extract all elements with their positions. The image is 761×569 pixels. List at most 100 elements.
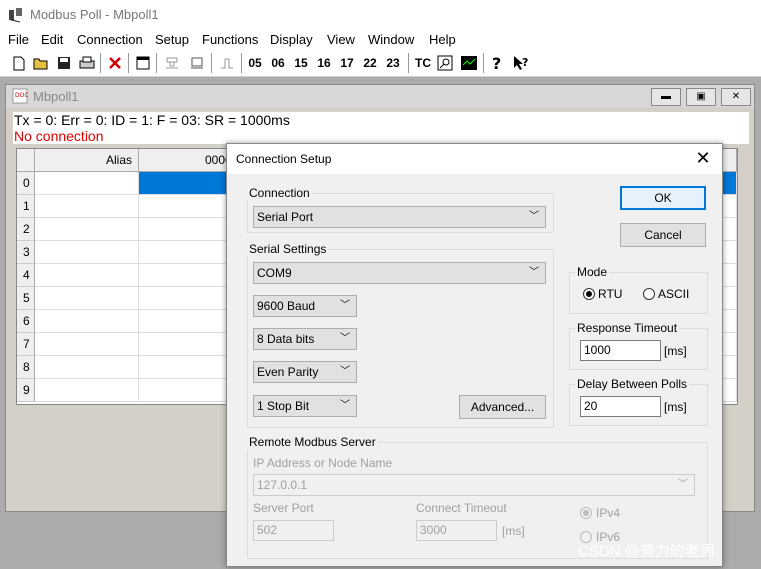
cancel-button[interactable]: Cancel: [620, 223, 706, 247]
chevron-down-icon: ﹀: [340, 300, 350, 311]
row-header: 4: [17, 264, 35, 287]
advanced-button[interactable]: Advanced...: [459, 395, 546, 419]
server-port-input[interactable]: 502: [253, 520, 334, 541]
ok-button[interactable]: OK: [620, 186, 706, 210]
chevron-down-icon: ﹀: [529, 211, 539, 222]
alias-cell[interactable]: [35, 172, 139, 195]
row-header: 5: [17, 287, 35, 310]
menu-display[interactable]: Display: [270, 32, 313, 47]
open-folder-icon[interactable]: [32, 53, 50, 73]
chevron-down-icon: ﹀: [340, 400, 350, 411]
serial-settings-label: Serial Settings: [247, 242, 329, 256]
communication-icon[interactable]: [436, 53, 454, 73]
data-bits-value: 8 Data bits: [257, 332, 315, 346]
minimize-button[interactable]: ▬: [651, 88, 681, 106]
alias-cell[interactable]: [35, 264, 139, 287]
context-help-icon[interactable]: ?: [511, 53, 531, 73]
menu-setup[interactable]: Setup: [155, 32, 189, 47]
child-titlebar: DOC Mbpoll1 ▬ ▣ ✕: [6, 85, 754, 107]
disconnect-icon[interactable]: [188, 53, 206, 73]
close-child-button[interactable]: ✕: [721, 88, 751, 106]
chevron-down-icon: ﹀: [340, 366, 350, 377]
ipv4-label: IPv4: [596, 506, 621, 520]
svg-text:DOC: DOC: [15, 92, 28, 99]
connection-setup-dialog: Connection Setup ✕ Connection Serial Por…: [226, 143, 723, 567]
connection-type-select[interactable]: Serial Port ﹀: [253, 206, 546, 228]
row-header: 3: [17, 241, 35, 264]
save-icon[interactable]: [55, 53, 73, 73]
fc-15-button[interactable]: 15: [292, 53, 310, 73]
toolbar: 05 06 15 16 17 22 23 TC ? ?: [0, 50, 761, 77]
row-header: 2: [17, 218, 35, 241]
dialog-title: Connection Setup: [236, 152, 332, 166]
connect-icon[interactable]: [163, 53, 181, 73]
chart-icon[interactable]: [459, 53, 479, 73]
com-port-select[interactable]: COM9 ﹀: [253, 262, 546, 284]
menu-bar: File Edit Connection Setup Functions Dis…: [0, 30, 761, 50]
fc-23-button[interactable]: 23: [384, 53, 402, 73]
new-file-icon[interactable]: [10, 53, 28, 73]
delay-between-polls-unit: [ms]: [664, 400, 687, 414]
fc-06-button[interactable]: 06: [269, 53, 287, 73]
alias-cell[interactable]: [35, 195, 139, 218]
tc-button[interactable]: TC: [413, 53, 433, 73]
close-icon[interactable]: ✕: [692, 149, 714, 169]
alias-cell[interactable]: [35, 310, 139, 333]
ip-address-combo[interactable]: 127.0.0.1 ﹀: [253, 474, 695, 496]
alias-cell[interactable]: [35, 379, 139, 402]
menu-help[interactable]: Help: [429, 32, 456, 47]
server-port-label: Server Port: [253, 501, 314, 515]
help-icon[interactable]: ?: [488, 53, 506, 73]
child-title: Mbpoll1: [33, 89, 79, 104]
connect-timeout-input[interactable]: 3000: [416, 520, 497, 541]
ascii-radio[interactable]: [643, 288, 655, 300]
alias-cell[interactable]: [35, 218, 139, 241]
print-icon[interactable]: [78, 53, 96, 73]
delay-between-polls-label: Delay Between Polls: [575, 377, 690, 391]
status-line: Tx = 0: Err = 0: ID = 1: F = 03: SR = 10…: [14, 112, 290, 128]
menu-view[interactable]: View: [327, 32, 355, 47]
menu-functions[interactable]: Functions: [202, 32, 258, 47]
stop-bits-select[interactable]: 1 Stop Bit ﹀: [253, 395, 357, 417]
rtu-label: RTU: [598, 287, 623, 301]
corner-header: [17, 149, 35, 172]
baud-rate-select[interactable]: 9600 Baud ﹀: [253, 295, 357, 317]
alias-cell[interactable]: [35, 241, 139, 264]
menu-edit[interactable]: Edit: [41, 32, 63, 47]
ascii-label: ASCII: [658, 287, 690, 301]
menu-connection[interactable]: Connection: [77, 32, 143, 47]
row-header: 1: [17, 195, 35, 218]
row-header: 8: [17, 356, 35, 379]
chevron-down-icon: ﹀: [340, 333, 350, 344]
parity-value: Even Parity: [257, 365, 319, 379]
fc-17-button[interactable]: 17: [338, 53, 356, 73]
fc-22-button[interactable]: 22: [361, 53, 379, 73]
delete-icon[interactable]: [106, 53, 124, 73]
menu-window[interactable]: Window: [368, 32, 414, 47]
alias-cell[interactable]: [35, 333, 139, 356]
fc-05-button[interactable]: 05: [246, 53, 264, 73]
ipv4-radio[interactable]: [580, 507, 592, 519]
ip-address-value: 127.0.0.1: [257, 478, 308, 492]
window-icon[interactable]: [134, 53, 152, 73]
rtu-radio[interactable]: [583, 288, 595, 300]
connect-timeout-label: Connect Timeout: [416, 501, 507, 515]
modbus-app-icon: [8, 7, 24, 23]
data-bits-select[interactable]: 8 Data bits ﹀: [253, 328, 357, 350]
status-area: Tx = 0: Err = 0: ID = 1: F = 03: SR = 10…: [13, 112, 749, 144]
remote-server-label: Remote Modbus Server: [247, 435, 378, 449]
app-title: Modbus Poll - Mbpoll1: [30, 7, 159, 22]
stop-bits-value: 1 Stop Bit: [257, 399, 310, 413]
parity-select[interactable]: Even Parity ﹀: [253, 361, 357, 383]
delay-between-polls-input[interactable]: 20: [580, 396, 661, 417]
svg-text:?: ?: [492, 55, 501, 71]
alias-cell[interactable]: [35, 356, 139, 379]
single-read-icon[interactable]: [217, 53, 237, 73]
alias-header: Alias: [35, 149, 139, 172]
fc-16-button[interactable]: 16: [315, 53, 333, 73]
response-timeout-input[interactable]: 1000: [580, 340, 661, 361]
alias-cell[interactable]: [35, 287, 139, 310]
menu-file[interactable]: File: [8, 32, 29, 47]
mode-label: Mode: [575, 265, 610, 279]
maximize-button[interactable]: ▣: [686, 88, 716, 106]
